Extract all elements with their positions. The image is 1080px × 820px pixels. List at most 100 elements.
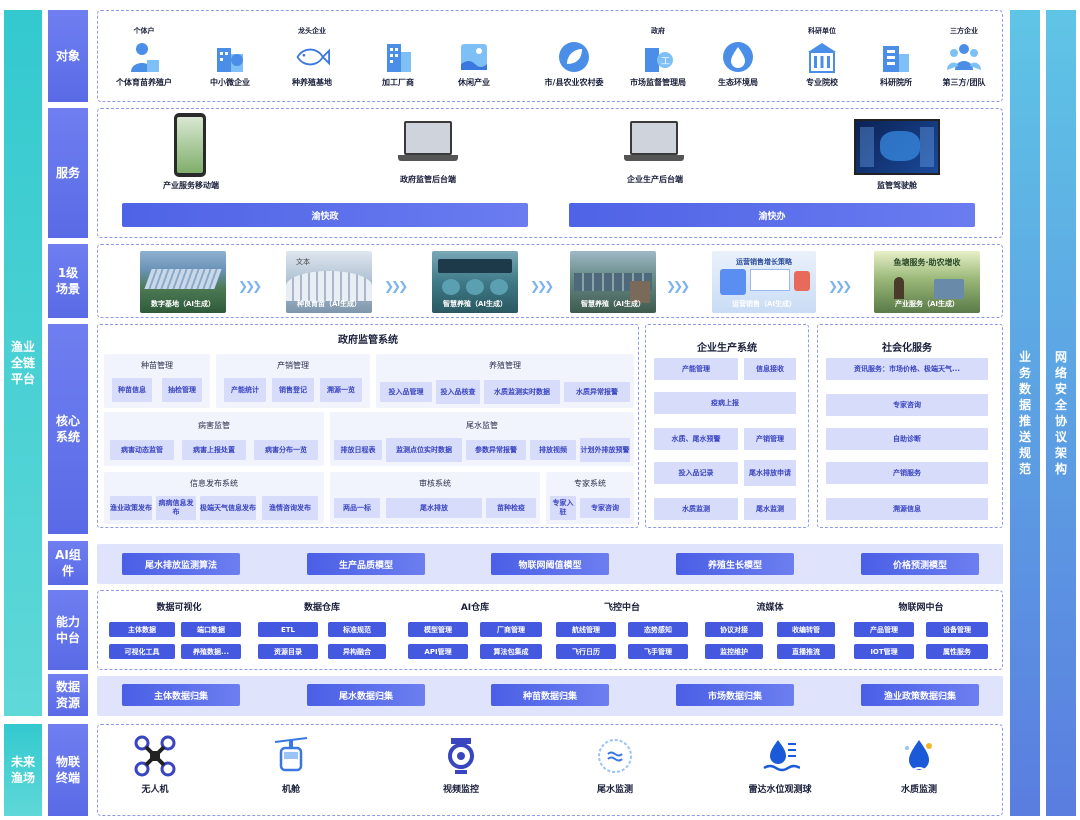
- water-monitor-chip[interactable]: 水质监测: [654, 498, 738, 520]
- expert-join-chip[interactable]: 专家入驻: [550, 496, 576, 520]
- seed-quarantine-chip[interactable]: 苗种检疫: [486, 498, 536, 518]
- sampling-mgmt-chip[interactable]: 抽检管理: [162, 378, 202, 402]
- row-capability-text: 能力中台: [55, 615, 80, 645]
- capability-chip[interactable]: 标准规范: [328, 622, 386, 637]
- sales-service-chip[interactable]: 产销服务: [826, 462, 988, 484]
- capability-chip[interactable]: 协议对接: [705, 622, 763, 637]
- water-alarm-chip[interactable]: 水质异常报警: [564, 382, 630, 402]
- capacity-mgmt-chip[interactable]: 产能管理: [654, 358, 738, 380]
- capability-chip[interactable]: 养殖数据...: [181, 644, 241, 659]
- prod-sales-chip[interactable]: 产销管理: [744, 428, 796, 450]
- epidemic-report-chip[interactable]: 疫病上报: [654, 392, 796, 414]
- policy-publish-chip[interactable]: 渔业政策发布: [110, 496, 152, 520]
- capability-chip[interactable]: 飞手管理: [628, 644, 688, 659]
- capability-chip[interactable]: 监控维护: [705, 644, 763, 659]
- capability-chip[interactable]: 产品管理: [854, 622, 914, 637]
- data-resource-button[interactable]: 主体数据归集: [122, 684, 240, 706]
- capability-chip[interactable]: ETL: [258, 622, 318, 637]
- capacity-chip[interactable]: 产能统计: [224, 378, 266, 402]
- yukuaiban-button[interactable]: 渝快办: [569, 203, 975, 227]
- expert-consult-chip[interactable]: 专家咨询: [580, 498, 630, 518]
- data-resource-button[interactable]: 市场数据归集: [676, 684, 794, 706]
- input-mgmt-chip[interactable]: 投入品管理: [380, 382, 432, 402]
- data-resource-button[interactable]: 渔业政策数据归集: [861, 684, 979, 706]
- chevron-right-icon: ❯❯❯: [384, 279, 408, 293]
- sme-building-icon: [212, 39, 248, 75]
- scene-caption: 数字基地（AI生成）: [150, 300, 216, 308]
- capability-chip[interactable]: 飞行日历: [556, 644, 616, 659]
- capability-chip[interactable]: 设备管理: [926, 622, 988, 637]
- expert-service-chip[interactable]: 专家咨询: [826, 394, 988, 416]
- object-item: 休闲产业: [434, 25, 514, 88]
- market-bureau-icon: 工: [640, 39, 676, 75]
- capability-chip[interactable]: 可视化工具: [109, 644, 175, 659]
- ai-component-button[interactable]: 生产品质模型: [307, 553, 425, 575]
- fishery-consult-chip[interactable]: 渔情咨询发布: [262, 496, 318, 520]
- capability-chip[interactable]: API管理: [408, 644, 468, 659]
- tail-discharge-chip[interactable]: 尾水排放: [386, 498, 482, 518]
- object-item: 生态环境局: [698, 25, 778, 88]
- disease-title: 病害监管: [198, 421, 230, 430]
- disease-report-chip[interactable]: 病害上报处置: [182, 440, 246, 460]
- yukuaizheng-button[interactable]: 渝快政: [122, 203, 528, 227]
- security-label: 网络安全协议架构: [1054, 350, 1067, 476]
- water-warning-chip[interactable]: 水质、尾水预警: [654, 428, 738, 450]
- scene-caption: 智慧养殖（AI生成）: [442, 300, 508, 308]
- capability-chip[interactable]: 主体数据: [109, 622, 175, 637]
- capability-chip[interactable]: 模型管理: [408, 622, 468, 637]
- camera-icon: [416, 734, 506, 778]
- tail-monitor-chip[interactable]: 尾水监测: [744, 498, 796, 520]
- disease-publish-chip[interactable]: 病病信息发布: [156, 496, 196, 520]
- ai-component-button[interactable]: 物联网阈值模型: [491, 553, 609, 575]
- trace-overview-chip[interactable]: 溯源一览: [320, 378, 362, 402]
- capability-chip[interactable]: 航线管理: [556, 622, 616, 637]
- capability-chip[interactable]: 异构融合: [328, 644, 386, 659]
- param-alarm-chip[interactable]: 参数异常报警: [466, 440, 526, 460]
- capability-chip[interactable]: 直播推流: [777, 644, 835, 659]
- capability-chip[interactable]: 算法包集成: [480, 644, 542, 659]
- object-group: 龙头企业: [298, 27, 326, 35]
- ai-component-button[interactable]: 养殖生长模型: [676, 553, 794, 575]
- capability-chip[interactable]: 端口数据: [181, 622, 241, 637]
- two-products-chip[interactable]: 两品一标: [334, 498, 380, 518]
- info-receive-chip[interactable]: 信息接收: [744, 358, 796, 380]
- object-group: 科研单位: [808, 27, 836, 35]
- ai-component-button[interactable]: 价格预测模型: [861, 553, 979, 575]
- capability-chip[interactable]: IOT管理: [854, 644, 914, 659]
- sales-register-chip[interactable]: 销售登记: [272, 378, 314, 402]
- weather-publish-chip[interactable]: 极端天气信息发布: [200, 496, 256, 520]
- object-item: 三方企业 第三方/团队: [924, 25, 1004, 88]
- capability-chip[interactable]: 属性服务: [926, 644, 988, 659]
- terminal-label: 视频监控: [442, 785, 479, 795]
- seed-info-chip[interactable]: 种苗信息: [112, 378, 152, 402]
- water-realtime-chip[interactable]: 水质监测实时数据: [484, 380, 560, 404]
- input-check-chip[interactable]: 投入品核查: [436, 380, 480, 404]
- input-record-chip[interactable]: 投入品记录: [654, 462, 738, 484]
- data-resource-button[interactable]: 种苗数据归集: [491, 684, 609, 706]
- disease-dynamic-chip[interactable]: 病害动态监管: [110, 440, 174, 460]
- object-item: 龙头企业 种养殖基地: [272, 25, 352, 88]
- self-diagnose-chip[interactable]: 自助诊断: [826, 428, 988, 450]
- monitor-realtime-chip[interactable]: 监测点位实时数据: [386, 438, 462, 462]
- data-resource-button[interactable]: 尾水数据归集: [307, 684, 425, 706]
- row-scenes-text: 1级场景: [55, 266, 80, 296]
- water-drop-icon: [720, 39, 756, 75]
- unplanned-warning-chip[interactable]: 计划外排放预警: [580, 438, 630, 462]
- object-item: 中小微企业: [190, 25, 270, 88]
- capability-chip[interactable]: 资源目录: [258, 644, 318, 659]
- discharge-apply-chip[interactable]: 尾水排放申请: [744, 460, 796, 486]
- scenes-panel: 数字基地（AI生成） ❯❯❯ 文本 种良育苗（AI生成） ❯❯❯ 智慧养殖（AI…: [97, 244, 1003, 318]
- market-info-chip[interactable]: 资讯服务：市场价格、极端天气...: [826, 358, 988, 380]
- disease-map-chip[interactable]: 病害分布一览: [254, 440, 318, 460]
- capability-chip[interactable]: 收编转管: [777, 622, 835, 637]
- discharge-video-chip[interactable]: 排放视频: [530, 440, 576, 460]
- trace-info-chip[interactable]: 溯源信息: [826, 498, 988, 520]
- laptop-gov-image: [398, 121, 458, 169]
- terminal-label: 水质监测: [900, 785, 937, 795]
- scene-card: 鱼塘服务·助农增收 产业服务（AI生成）: [874, 251, 980, 313]
- capability-chip[interactable]: 态势感知: [628, 622, 688, 637]
- capability-chip[interactable]: 厂商管理: [480, 622, 542, 637]
- row-label-data: 数据资源: [48, 674, 88, 716]
- ai-component-button[interactable]: 尾水排放监测算法: [122, 553, 240, 575]
- discharge-schedule-chip[interactable]: 排放日程表: [334, 440, 382, 460]
